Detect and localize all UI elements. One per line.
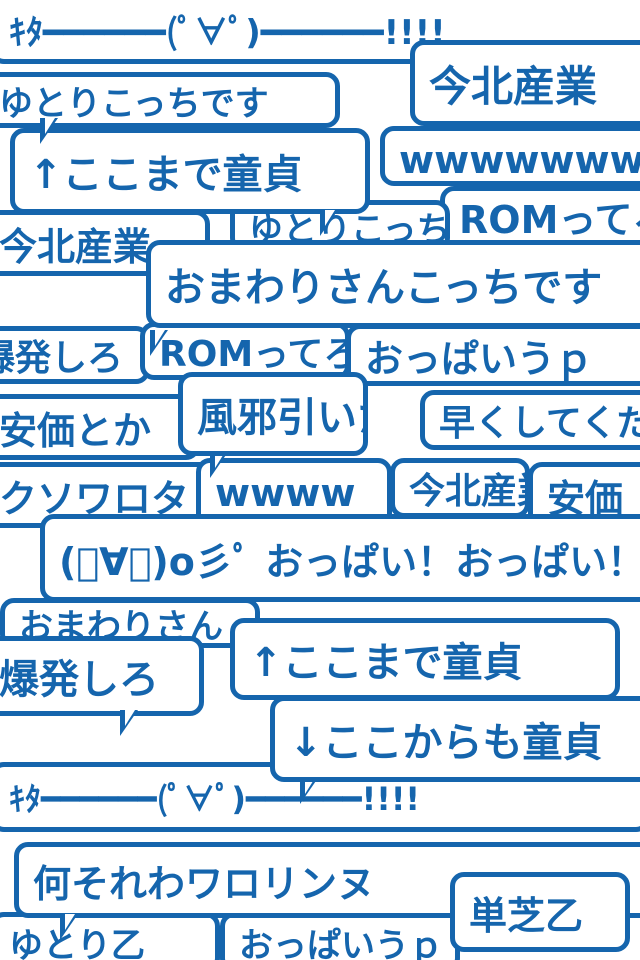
bubble-text: ↑ここまで童貞 (29, 152, 303, 198)
speech-bubble-oppai-dance: (ﾟ∀ﾟ)o彡ﾟ おっぱい！おっぱい！ (40, 514, 640, 602)
bubble-text: おっぱいうｐ (239, 925, 443, 960)
speech-bubble-anka-zettai: wwwwwwwwww安価は絶対 (380, 126, 640, 186)
speech-bubble-oppai-up-1: おっぱいうｐ (346, 324, 640, 386)
bubble-text: ROMってろ (159, 334, 350, 375)
bubble-text: 今北産業 (409, 471, 525, 512)
speech-bubble-anka-toka: 安価とか (0, 394, 200, 460)
speech-bubble-imakita-1: 今北産業 (410, 40, 640, 126)
speech-bubble-koko-made-2: ↑ここまで童貞 (230, 618, 620, 700)
bubble-text: 爆発しろ (0, 338, 124, 379)
bubble-text: おっぱいうｐ (365, 336, 594, 381)
bubble-text: 安価とか (0, 408, 152, 453)
bubble-text: 単芝乙 (469, 893, 584, 938)
speech-bubble-yutori-otsu: ゆとり乙 (0, 912, 220, 960)
speech-bubble-hayaku: 早くしてください (420, 390, 640, 450)
speech-bubble-omawari-1: おまわりさんこっちです (146, 240, 640, 328)
bubble-text: 風邪引いた (197, 395, 363, 441)
bubble-text: 早くしてください (439, 403, 640, 444)
bubble-text: ｷﾀ━━━━━━(ﾟ∀ﾟ)━━━━━━!!!! (9, 12, 446, 53)
bubble-collage: ｷﾀ━━━━━━(ﾟ∀ﾟ)━━━━━━!!!! ゆとりこっちです 今北産業 ↑こ… (0, 0, 640, 960)
bubble-text: 今北産業 (429, 61, 598, 111)
bubble-text: 何それわワロリンヌ (33, 861, 376, 906)
speech-bubble-kaze: 風邪引いた (178, 372, 368, 456)
bubble-text: ↓ここからも童貞 (289, 720, 603, 766)
bubble-text: おまわりさんこっちです (165, 265, 603, 311)
speech-bubble-imakita-3: 今北産業 (390, 458, 530, 518)
bubble-text: wwwwwwwwww安価は絶対 (399, 137, 640, 182)
bubble-text: 爆発しろ (0, 657, 159, 703)
speech-bubble-oppai-up-2: おっぱいうｐ (220, 912, 460, 960)
bubble-text: ↑ここまで童貞 (249, 640, 523, 686)
speech-bubble-tanshiba: 単芝乙 (450, 872, 630, 952)
speech-bubble-bakuhatsu-2: 爆発しろ (0, 636, 204, 716)
bubble-text: ROMってろ (459, 197, 640, 242)
speech-bubble-koko-made-1: ↑ここまで童貞 (10, 128, 370, 214)
bubble-text: 今北産業 (0, 224, 152, 269)
speech-bubble-bakuhatsu-1: 爆発しろ (0, 326, 150, 384)
speech-bubble-rom-1: ROMってろ (440, 186, 640, 246)
bubble-text: wwww (215, 471, 356, 515)
bubble-text: (ﾟ∀ﾟ)o彡ﾟ おっぱい！おっぱい！ (59, 539, 640, 584)
speech-bubble-koko-kara: ↓ここからも童貞 (270, 696, 640, 782)
